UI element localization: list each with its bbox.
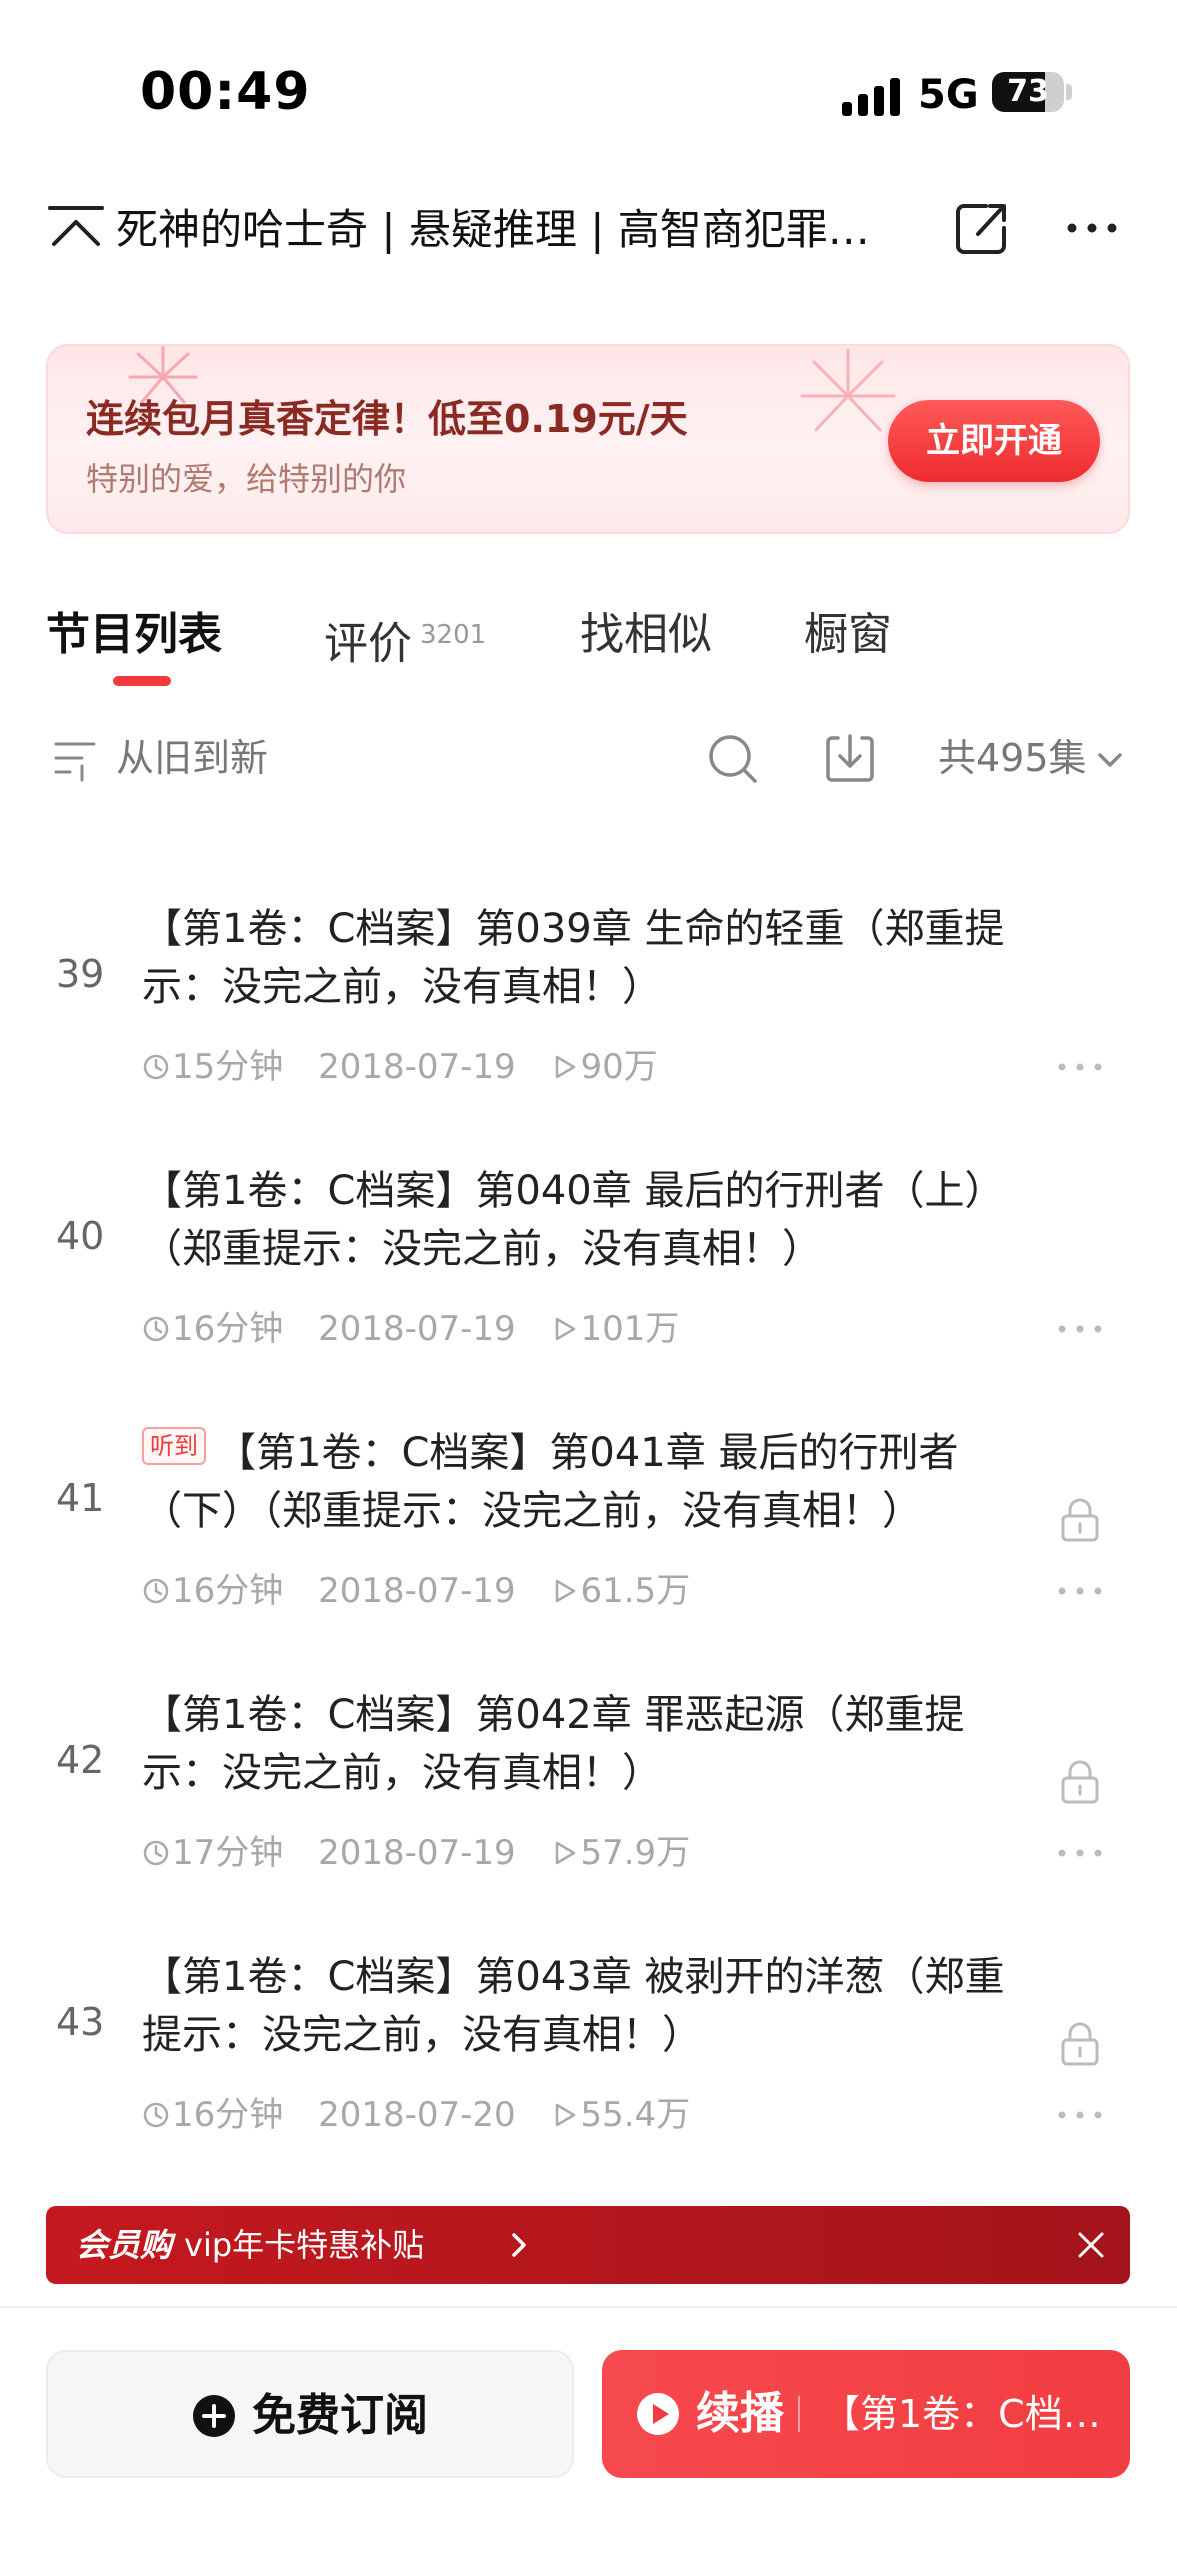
episode-duration: 15分钟 — [172, 1046, 284, 1087]
listened-badge: 听到 — [142, 1427, 206, 1465]
download-icon[interactable] — [820, 728, 880, 788]
clock-icon — [143, 1840, 169, 1865]
episode-more-icon[interactable] — [1054, 1576, 1106, 1606]
promo-title: 连续包月真香定律！低至0.19元/天 — [86, 397, 688, 441]
battery-cap — [1066, 84, 1072, 100]
episode-number: 39 — [56, 952, 105, 996]
episode-duration: 16分钟 — [172, 1570, 284, 1611]
lock-icon — [1061, 1760, 1099, 1804]
close-icon[interactable] — [1074, 2228, 1108, 2262]
play-count-icon — [556, 2103, 576, 2126]
continue-episode-title: 【第1卷：C档… — [822, 2392, 1101, 2436]
tab-bar: 节目列表 评价 3201 找相似 橱窗 — [0, 590, 1177, 700]
continue-play-label: 续播 — [696, 2388, 784, 2439]
network-type: 5G — [918, 72, 979, 118]
chevron-right-icon — [512, 2233, 526, 2257]
episode-title: 【第1卷：C档案】第042章 罪恶起源（郑重提示：没完之前，没有真相！） — [142, 1692, 965, 1796]
episode-item[interactable]: 41 听到 【第1卷：C档案】第041章 最后的行刑者（下）（郑重提示：没完之前，… — [0, 1404, 1177, 1666]
tab-find-similar[interactable]: 找相似 — [580, 590, 712, 680]
divider — [0, 2306, 1177, 2308]
episode-date: 2018-07-20 — [318, 2094, 516, 2135]
play-count-icon — [556, 1055, 576, 1078]
episode-number: 43 — [56, 2000, 105, 2044]
episode-title: 【第1卷：C档案】第040章 最后的行刑者（上）（郑重提示：没完之前，没有真相！… — [142, 1168, 1005, 1272]
album-title: 死神的哈士奇 | 悬疑推理 | 高智商犯罪… — [116, 205, 870, 254]
clock-icon — [143, 1054, 169, 1079]
promo-subtitle: 特别的爱，给特别的你 — [86, 460, 407, 498]
episode-title: 【第1卷：C档案】第043章 被剥开的洋葱（郑重提示：没完之前，没有真相！） — [142, 1954, 1005, 2058]
episode-date: 2018-07-19 — [318, 1570, 516, 1611]
episode-meta: 16分钟 2018-07-19 61.5万 — [142, 1564, 690, 1616]
episode-number: 40 — [56, 1214, 105, 1258]
episode-plays: 101万 — [580, 1308, 680, 1349]
episode-more-icon[interactable] — [1054, 1052, 1106, 1082]
episode-duration: 16分钟 — [172, 2094, 284, 2135]
tab-episode-list[interactable]: 节目列表 — [46, 590, 222, 680]
lock-icon — [1061, 2022, 1099, 2066]
activate-vip-button[interactable]: 立即开通 — [888, 400, 1100, 482]
play-icon — [637, 2393, 679, 2435]
episode-plays: 61.5万 — [580, 1570, 691, 1611]
status-bar: 00:49 5G 73 — [0, 0, 1177, 180]
sort-order-toggle[interactable]: 从旧到新 — [116, 728, 268, 788]
play-count-icon — [556, 1317, 576, 1340]
episode-title: 听到 【第1卷：C档案】第041章 最后的行刑者（下）（郑重提示：没完之前，没有真… — [142, 1424, 1012, 1540]
episode-date: 2018-07-19 — [318, 1046, 516, 1087]
play-count-icon — [556, 1841, 576, 1864]
clock-icon — [143, 2102, 169, 2127]
episode-count-selector[interactable]: 共495集 — [938, 728, 1087, 788]
clock-icon — [143, 1316, 169, 1341]
episode-more-icon[interactable] — [1054, 1314, 1106, 1344]
episode-duration: 17分钟 — [172, 1832, 284, 1873]
episode-meta: 16分钟 2018-07-19 101万 — [142, 1302, 679, 1354]
vip-promo-banner[interactable]: 连续包月真香定律！低至0.19元/天 特别的爱，给特别的你 立即开通 — [46, 344, 1130, 534]
episode-date: 2018-07-19 — [318, 1832, 516, 1873]
play-count-icon — [556, 1579, 576, 1602]
episode-more-icon[interactable] — [1054, 2100, 1106, 2130]
vip-offer-text: vip年卡特惠补贴 — [184, 2226, 425, 2264]
divider — [798, 2396, 800, 2432]
vip-annual-card-strip[interactable]: 会员购 vip年卡特惠补贴 — [46, 2206, 1130, 2284]
clock-icon — [143, 1578, 169, 1603]
episode-number: 41 — [56, 1476, 105, 1520]
episode-plays: 57.9万 — [580, 1832, 691, 1873]
battery-level: 73 — [1007, 74, 1049, 109]
episode-item[interactable]: 43 【第1卷：C档案】第043章 被剥开的洋葱（郑重提示：没完之前，没有真相！… — [0, 1928, 1177, 2190]
episode-meta: 16分钟 2018-07-20 55.4万 — [142, 2088, 690, 2140]
sort-icon[interactable] — [52, 736, 98, 782]
tab-showcase[interactable]: 橱窗 — [804, 590, 892, 680]
episode-plays: 55.4万 — [580, 2094, 691, 2135]
battery-icon: 73 — [992, 72, 1064, 112]
active-tab-indicator — [113, 676, 171, 686]
share-icon[interactable] — [950, 196, 1014, 260]
plus-circle-icon — [193, 2395, 235, 2437]
episode-date: 2018-07-19 — [318, 1308, 516, 1349]
episode-duration: 16分钟 — [172, 1308, 284, 1349]
continue-play-button[interactable]: 续播 【第1卷：C档… — [602, 2350, 1130, 2478]
vip-brand-label: 会员购 — [76, 2226, 173, 2264]
chevron-down-icon[interactable] — [1092, 742, 1128, 778]
lock-icon — [1061, 1498, 1099, 1542]
header-bar: 死神的哈士奇 | 悬疑推理 | 高智商犯罪… — [0, 180, 1177, 290]
signal-icon — [842, 78, 900, 116]
episode-item[interactable]: 40 【第1卷：C档案】第040章 最后的行刑者（上）（郑重提示：没完之前，没有… — [0, 1142, 1177, 1404]
search-icon[interactable] — [704, 730, 760, 786]
list-toolbar: 从旧到新 共495集 — [0, 720, 1177, 800]
more-icon[interactable] — [1060, 196, 1124, 260]
tab-reviews[interactable]: 评价 3201 — [324, 590, 486, 690]
episode-meta: 17分钟 2018-07-19 57.9万 — [142, 1826, 690, 1878]
episode-number: 42 — [56, 1738, 105, 1782]
subscribe-button[interactable]: 免费订阅 — [46, 2350, 574, 2478]
episode-item[interactable]: 39 【第1卷：C档案】第039章 生命的轻重（郑重提示：没完之前，没有真相！）… — [0, 880, 1177, 1142]
episode-more-icon[interactable] — [1054, 1838, 1106, 1868]
status-time: 00:49 — [140, 62, 311, 122]
collapse-icon[interactable] — [46, 200, 106, 260]
episode-plays: 90万 — [580, 1046, 658, 1087]
review-count: 3201 — [420, 620, 487, 650]
episode-title: 【第1卷：C档案】第039章 生命的轻重（郑重提示：没完之前，没有真相！） — [142, 906, 1005, 1010]
subscribe-label: 免费订阅 — [252, 2390, 428, 2441]
episode-item[interactable]: 42 【第1卷：C档案】第042章 罪恶起源（郑重提示：没完之前，没有真相！） … — [0, 1666, 1177, 1928]
episode-meta: 15分钟 2018-07-19 90万 — [142, 1040, 658, 1092]
